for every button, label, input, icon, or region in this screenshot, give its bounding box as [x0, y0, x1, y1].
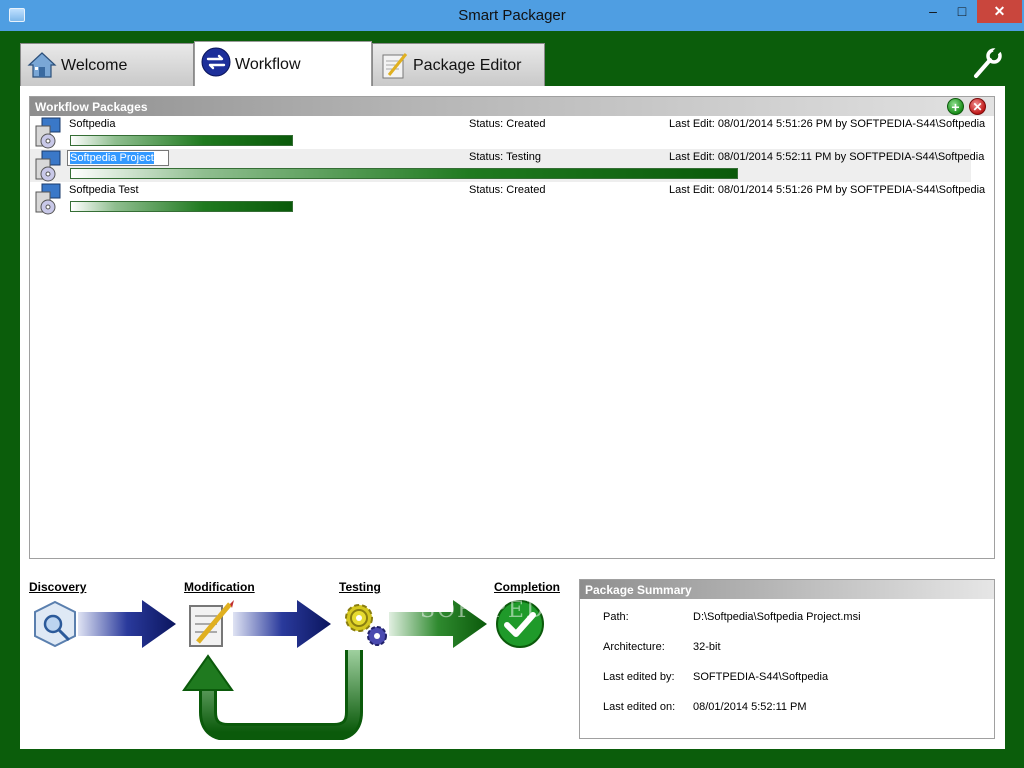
package-last-edit: Last Edit: 08/01/2014 5:52:11 PM by SOFT…	[669, 151, 985, 163]
package-progress-bar	[70, 135, 293, 146]
arrow-right-icon	[233, 600, 331, 648]
swap-arrows-icon	[201, 47, 231, 77]
minimize-button[interactable]: –	[918, 0, 948, 23]
package-summary-header: Package Summary	[580, 580, 994, 599]
tab-package-editor[interactable]: Package Editor	[372, 43, 545, 86]
summary-last-edited-by-value: SOFTPEDIA-S44\Softpedia	[693, 671, 829, 683]
add-package-button[interactable]: +	[947, 98, 964, 115]
loop-back-arrow-icon	[182, 650, 363, 740]
package-row[interactable]: Softpedia Status: Created Last Edit: 08/…	[30, 116, 994, 149]
package-summary-title: Package Summary	[585, 583, 692, 597]
tab-workflow[interactable]: Workflow	[194, 41, 372, 87]
tab-package-editor-label: Package Editor	[413, 57, 522, 74]
stage-testing-label[interactable]: Testing	[339, 580, 381, 594]
summary-last-edited-on-label: Last edited on:	[603, 701, 676, 713]
package-disc-icon	[35, 117, 61, 149]
workflow-packages-list: Workflow Packages + ✕ Softpedia Status: …	[29, 96, 995, 559]
summary-path-value: D:\Softpedia\Softpedia Project.msi	[693, 611, 861, 623]
package-last-edit: Last Edit: 08/01/2014 5:51:26 PM by SOFT…	[669, 118, 986, 130]
title-bar: Smart Packager – □ ✕	[0, 0, 1024, 31]
package-status: Status: Created	[469, 118, 546, 130]
package-name: Softpedia Test	[69, 184, 139, 196]
stage-completion-label[interactable]: Completion	[494, 580, 560, 594]
summary-path-label: Path:	[603, 611, 629, 623]
magnifier-box-icon[interactable]	[29, 598, 81, 650]
package-progress-bar	[70, 201, 293, 212]
package-disc-icon	[35, 150, 61, 182]
summary-architecture-label: Architecture:	[603, 641, 665, 653]
package-disc-icon	[35, 183, 61, 215]
tab-workflow-label: Workflow	[235, 56, 301, 73]
gears-icon[interactable]	[339, 598, 391, 650]
summary-architecture-value: 32-bit	[693, 641, 721, 653]
package-name: Softpedia	[69, 118, 116, 130]
package-last-edit: Last Edit: 08/01/2014 5:51:26 PM by SOFT…	[669, 184, 986, 196]
stage-modification-label[interactable]: Modification	[184, 580, 255, 594]
package-progress-bar	[70, 168, 738, 179]
package-status: Status: Testing	[469, 151, 541, 163]
package-summary-panel: Package Summary Path: D:\Softpedia\Softp…	[579, 579, 995, 739]
close-button[interactable]: ✕	[977, 0, 1022, 23]
package-row-selected[interactable]: Softpedia Project Status: Testing Last E…	[30, 149, 984, 182]
workflow-packages-header: Workflow Packages + ✕	[30, 97, 994, 116]
maximize-button[interactable]: □	[948, 0, 976, 23]
house-icon	[27, 52, 57, 78]
settings-wrench-icon[interactable]	[970, 46, 1004, 80]
package-name-edit-field[interactable]: Softpedia Project	[67, 150, 169, 166]
notepad-pencil-icon	[382, 53, 408, 79]
package-name: Softpedia Project	[70, 152, 154, 164]
window-title: Smart Packager	[458, 7, 566, 24]
arrow-right-icon	[78, 600, 176, 648]
softpedia-watermark: SOFTPEDIA	[420, 598, 575, 623]
summary-last-edited-by-label: Last edited by:	[603, 671, 675, 683]
package-status: Status: Created	[469, 184, 546, 196]
notepad-pencil-icon[interactable]	[184, 598, 236, 650]
stage-discovery-label[interactable]: Discovery	[29, 580, 86, 594]
tab-welcome-label: Welcome	[61, 57, 128, 74]
workflow-packages-title: Workflow Packages	[35, 100, 148, 114]
remove-package-button[interactable]: ✕	[969, 98, 986, 115]
summary-last-edited-on-value: 08/01/2014 5:52:11 PM	[693, 701, 807, 713]
package-row[interactable]: Softpedia Test Status: Created Last Edit…	[30, 182, 994, 215]
tab-welcome[interactable]: Welcome	[20, 43, 194, 86]
